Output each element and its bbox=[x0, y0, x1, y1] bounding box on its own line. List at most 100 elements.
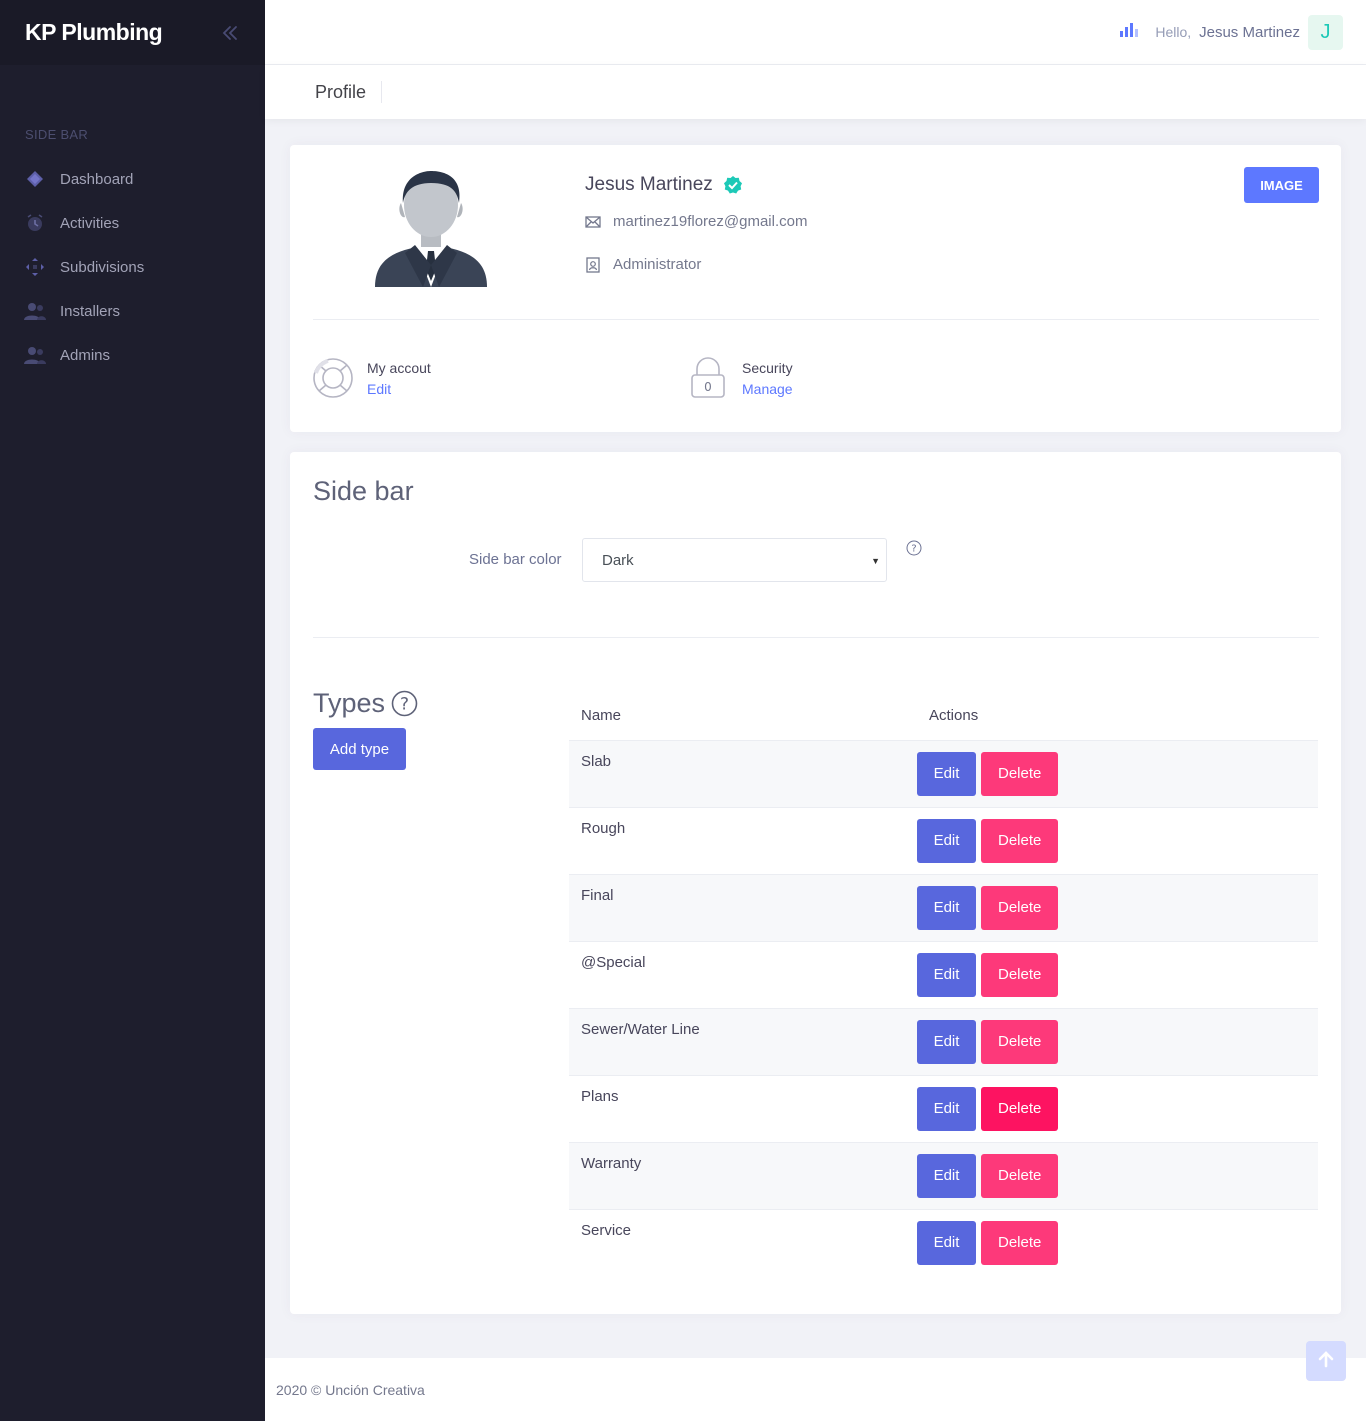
delete-button[interactable]: Delete bbox=[981, 1019, 1059, 1064]
table-row: @Special Edit Delete bbox=[569, 940, 1318, 1008]
divider bbox=[313, 637, 1319, 638]
delete-button[interactable]: Delete bbox=[981, 1086, 1059, 1131]
type-name-cell: Final bbox=[569, 873, 917, 941]
envelope-icon bbox=[585, 214, 601, 230]
profile-card: Jesus Martinez martinez19florez@gmail.co… bbox=[290, 145, 1341, 432]
scroll-to-top-button[interactable] bbox=[1306, 1341, 1346, 1381]
security-block: 0 Security Manage bbox=[687, 357, 793, 399]
svg-text:?: ? bbox=[400, 695, 409, 715]
sidebar: KP Plumbing SIDE BAR Dashboard Activitie… bbox=[0, 0, 265, 1421]
subheader: Profile bbox=[265, 65, 1366, 119]
sidebar-item-admins[interactable]: Admins bbox=[0, 333, 265, 377]
greeting-text: Hello, bbox=[1155, 24, 1192, 40]
profile-role: Administrator bbox=[585, 256, 701, 273]
types-table-body: Slab Edit Delete Rough Edit Delete Final Edit… bbox=[569, 739, 1318, 1276]
arrow-up-icon bbox=[1316, 1349, 1336, 1374]
column-header-actions: Actions bbox=[929, 707, 979, 725]
type-name-cell: Slab bbox=[569, 739, 917, 807]
edit-button[interactable]: Edit bbox=[917, 751, 976, 796]
type-name-cell: Rough bbox=[569, 806, 917, 874]
image-button[interactable]: IMAGE bbox=[1244, 167, 1319, 203]
types-table: Name Actions Slab Edit Delete Rough Edit De… bbox=[569, 692, 1318, 1276]
edit-button[interactable]: Edit bbox=[917, 885, 976, 930]
type-name-cell: Plans bbox=[569, 1074, 917, 1142]
brand-title: KP Plumbing bbox=[25, 19, 163, 45]
edit-button[interactable]: Edit bbox=[917, 1220, 976, 1265]
sidebar-item-label: Installers bbox=[60, 302, 121, 320]
table-row: Service Edit Delete bbox=[569, 1208, 1318, 1276]
actions-cell: Edit Delete bbox=[917, 806, 1318, 874]
caret-down-icon: ▼ bbox=[871, 556, 880, 566]
type-name-cell: Service bbox=[569, 1208, 917, 1276]
edit-button[interactable]: Edit bbox=[917, 818, 976, 863]
padlock-icon: 0 bbox=[687, 357, 729, 399]
table-row: Sewer/Water Line Edit Delete bbox=[569, 1007, 1318, 1075]
profile-role-text: Administrator bbox=[613, 256, 702, 273]
chevron-double-left-icon[interactable] bbox=[220, 23, 240, 43]
brand-bar: KP Plumbing bbox=[0, 0, 265, 65]
type-name-cell: Sewer/Water Line bbox=[569, 1007, 917, 1075]
type-name-cell: Warranty bbox=[569, 1141, 917, 1209]
delete-button[interactable]: Delete bbox=[981, 885, 1059, 930]
sidebar-color-value: Dark bbox=[602, 551, 634, 569]
question-circle-icon[interactable]: ? bbox=[391, 690, 418, 717]
types-heading: Types ? bbox=[313, 688, 418, 719]
table-row: Warranty Edit Delete bbox=[569, 1141, 1318, 1209]
my-account-title: My accout bbox=[367, 359, 431, 376]
id-badge-icon bbox=[585, 256, 601, 273]
column-header-name: Name bbox=[581, 707, 622, 725]
edit-button[interactable]: Edit bbox=[917, 952, 976, 997]
actions-cell: Edit Delete bbox=[917, 1074, 1318, 1142]
security-title: Security bbox=[742, 359, 793, 376]
sidebar-item-activities[interactable]: Activities bbox=[0, 201, 265, 245]
sidebar-item-dashboard[interactable]: Dashboard bbox=[0, 157, 265, 201]
table-row: Slab Edit Delete bbox=[569, 739, 1318, 807]
edit-button[interactable]: Edit bbox=[917, 1086, 976, 1131]
lifebuoy-icon bbox=[312, 357, 354, 399]
actions-cell: Edit Delete bbox=[917, 739, 1318, 807]
delete-button[interactable]: Delete bbox=[981, 818, 1059, 863]
delete-button[interactable]: Delete bbox=[981, 952, 1059, 997]
sidebar-settings-title: Side bar bbox=[313, 476, 414, 506]
my-account-block: My accout Edit bbox=[312, 357, 431, 399]
security-manage-link[interactable]: Manage bbox=[742, 381, 793, 397]
sidebar-menu: Dashboard Activities Subdivisions Instal… bbox=[0, 157, 265, 377]
profile-picture bbox=[375, 169, 487, 287]
users-icon bbox=[22, 300, 48, 322]
sidebar-item-installers[interactable]: Installers bbox=[0, 289, 265, 333]
type-name-cell: @Special bbox=[569, 940, 917, 1008]
table-row: Final Edit Delete bbox=[569, 873, 1318, 941]
avatar[interactable]: J bbox=[1308, 14, 1343, 50]
actions-cell: Edit Delete bbox=[917, 873, 1318, 941]
delete-button[interactable]: Delete bbox=[981, 751, 1059, 796]
delete-button[interactable]: Delete bbox=[981, 1153, 1059, 1198]
footer-text: 2020 © Unción Creativa bbox=[276, 1381, 425, 1398]
sidebar-item-label: Activities bbox=[60, 214, 120, 232]
actions-cell: Edit Delete bbox=[917, 940, 1318, 1008]
actions-cell: Edit Delete bbox=[917, 1007, 1318, 1075]
footer: 2020 © Unción Creativa bbox=[265, 1358, 1366, 1421]
profile-email-text: martinez19florez@gmail.com bbox=[613, 213, 808, 230]
sidebar-item-label: Admins bbox=[60, 346, 111, 364]
users-icon bbox=[22, 344, 48, 366]
clock-icon bbox=[22, 212, 48, 234]
sidebar-item-label: Dashboard bbox=[60, 170, 134, 188]
edit-button[interactable]: Edit bbox=[917, 1019, 976, 1064]
profile-email: martinez19florez@gmail.com bbox=[585, 213, 807, 230]
account-edit-link[interactable]: Edit bbox=[367, 381, 431, 397]
topbar: Hello, Jesus Martinez J bbox=[265, 0, 1366, 65]
edit-button[interactable]: Edit bbox=[917, 1153, 976, 1198]
add-type-button[interactable]: Add type bbox=[313, 728, 406, 770]
topbar-user-name[interactable]: Jesus Martinez bbox=[1199, 24, 1300, 41]
verified-badge-icon bbox=[723, 175, 743, 195]
delete-button[interactable]: Delete bbox=[981, 1220, 1059, 1265]
sidebar-section-label: SIDE BAR bbox=[25, 127, 89, 142]
table-row: Rough Edit Delete bbox=[569, 806, 1318, 874]
chart-bars-icon[interactable] bbox=[1119, 22, 1139, 43]
question-circle-icon[interactable]: ? bbox=[906, 540, 922, 556]
profile-name: Jesus Martinez bbox=[585, 174, 743, 196]
diamond-icon bbox=[22, 168, 48, 190]
types-title: Types bbox=[313, 688, 386, 718]
sidebar-item-subdivisions[interactable]: Subdivisions bbox=[0, 245, 265, 289]
sidebar-color-select[interactable]: Dark ▼ bbox=[582, 538, 887, 582]
